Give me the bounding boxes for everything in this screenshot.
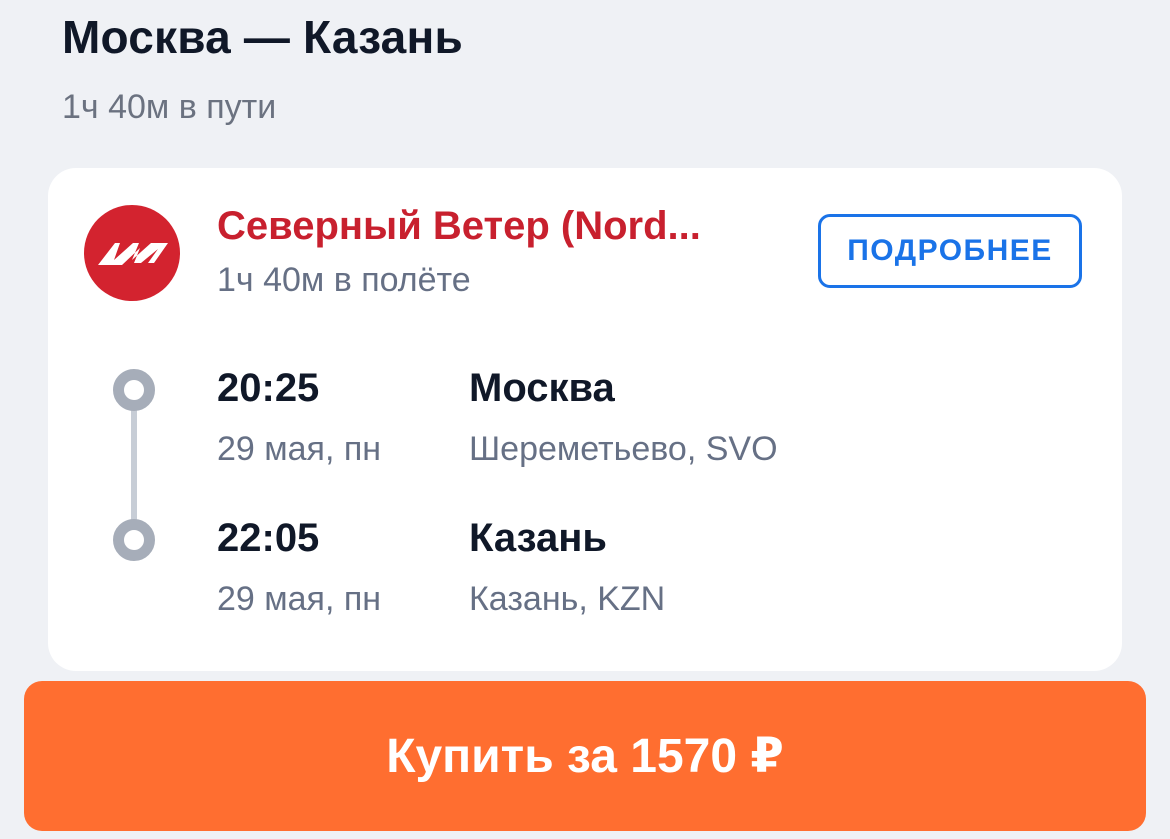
departure-city: Москва	[469, 366, 615, 410]
arrival-date: 29 мая, пн	[217, 580, 382, 618]
arrival-timeline-dot-icon	[113, 519, 155, 561]
departure-date: 29 мая, пн	[217, 430, 382, 468]
details-button[interactable]: ПОДРОБНЕЕ	[818, 214, 1082, 288]
departure-airport: Шереметьево, SVO	[469, 430, 778, 468]
buy-button[interactable]: Купить за 1570 ₽	[24, 681, 1146, 831]
departure-timeline-dot-icon	[113, 369, 155, 411]
airline-name: Северный Ветер (Nord...	[217, 204, 701, 248]
arrival-time: 22:05	[217, 516, 320, 560]
arrival-city: Казань	[469, 516, 607, 560]
arrival-airport: Казань, KZN	[469, 580, 666, 618]
flight-duration: 1ч 40м в полёте	[217, 261, 471, 299]
nordwind-logo-icon	[84, 205, 180, 301]
route-title: Москва — Казань	[62, 11, 463, 63]
flight-card: Северный Ветер (Nord... 1ч 40м в полёте …	[48, 168, 1122, 671]
route-total-duration: 1ч 40м в пути	[62, 88, 277, 126]
timeline-line	[131, 390, 137, 540]
departure-time: 20:25	[217, 366, 320, 410]
